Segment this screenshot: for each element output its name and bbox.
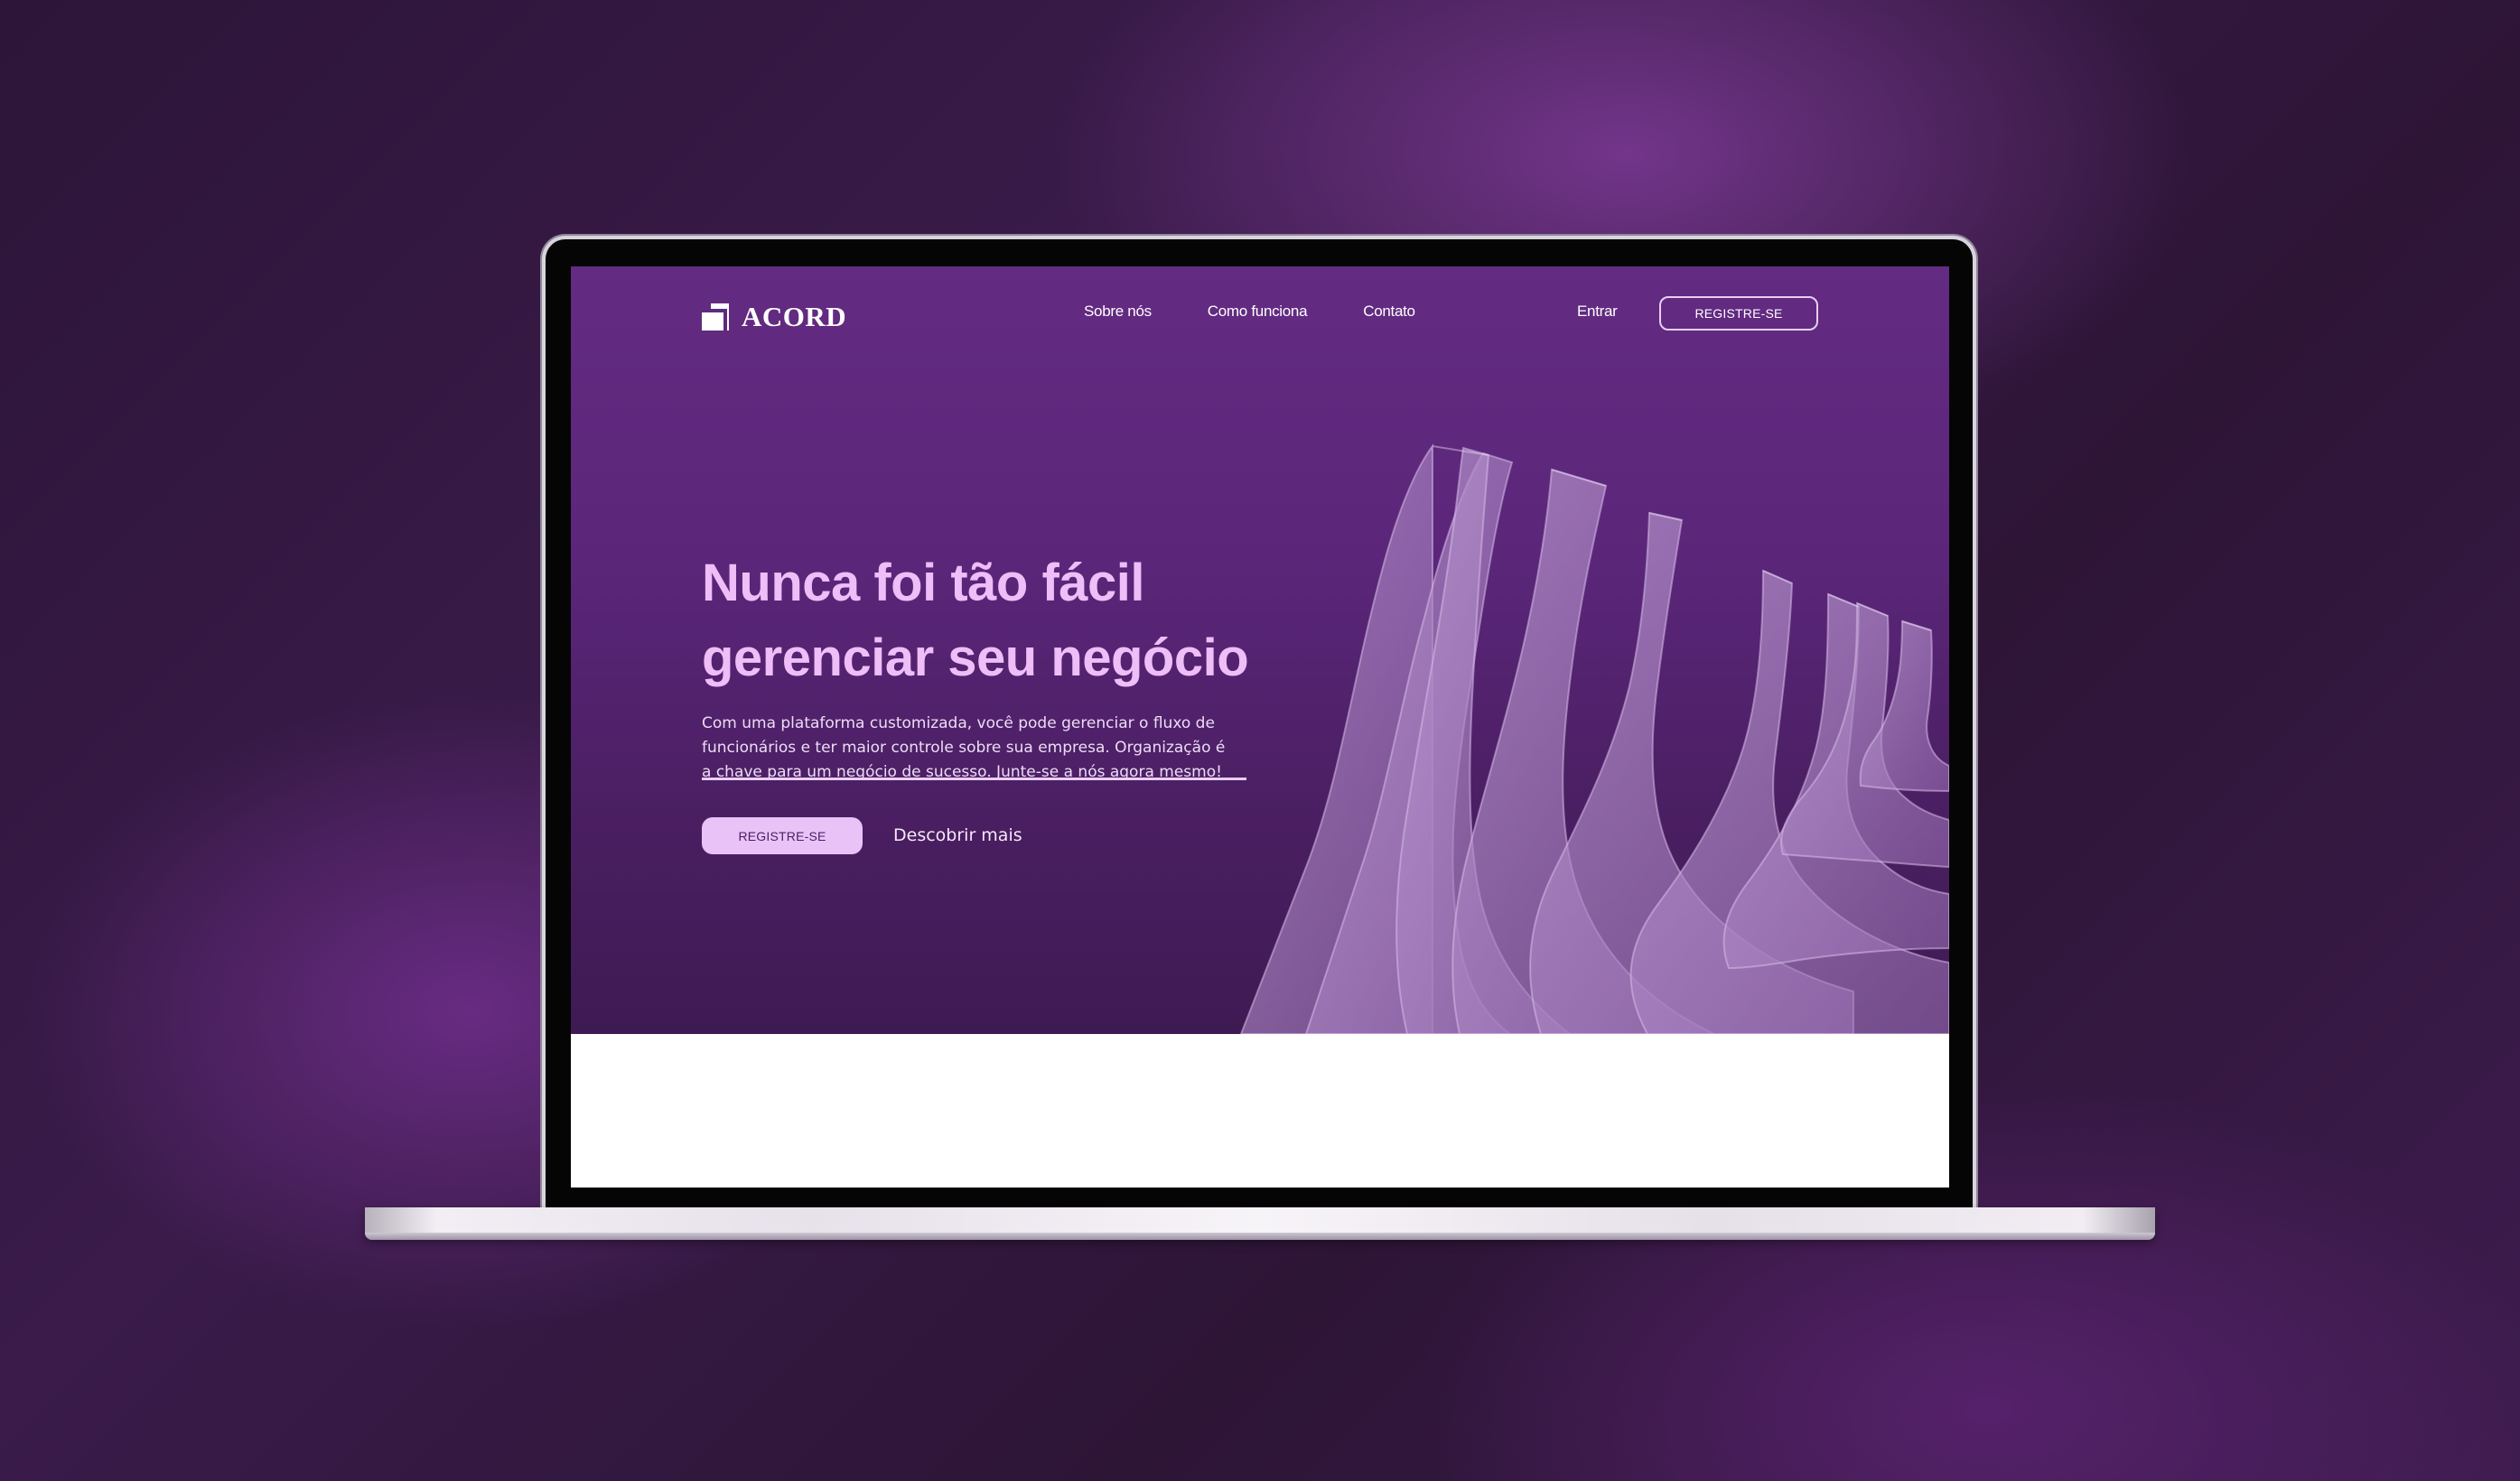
white-content-area	[571, 1034, 1949, 1188]
nav-link-como-funciona[interactable]: Como funciona	[1208, 303, 1308, 321]
brand-name: ACORD	[742, 301, 847, 332]
laptop-lid: ACORD Sobre nós Como funciona Contato En…	[546, 239, 1973, 1213]
brand-logo[interactable]: ACORD	[702, 301, 846, 333]
discover-more-link[interactable]: Descobrir mais	[893, 825, 1022, 845]
hero-register-button[interactable]: REGISTRE-SE	[702, 817, 863, 854]
hero-description: Com uma plataforma customizada, você pod…	[702, 714, 1226, 781]
hero-section: ACORD Sobre nós Como funciona Contato En…	[571, 266, 1949, 1034]
laptop-base	[365, 1207, 2155, 1240]
login-link[interactable]: Entrar	[1577, 303, 1618, 321]
nav-link-sobre-nos[interactable]: Sobre nós	[1084, 303, 1152, 321]
laptop-screen: ACORD Sobre nós Como funciona Contato En…	[571, 266, 1949, 1188]
wave-lines-illustration	[1239, 442, 1949, 1034]
nav-links: Sobre nós Como funciona Contato	[1084, 303, 1415, 321]
nav-register-button[interactable]: REGISTRE-SE	[1659, 296, 1818, 331]
top-navbar: ACORD Sobre nós Como funciona Contato En…	[571, 266, 1949, 366]
nav-link-contato[interactable]: Contato	[1363, 303, 1415, 321]
acord-logo-icon	[702, 303, 729, 331]
hero-divider	[702, 778, 1246, 780]
